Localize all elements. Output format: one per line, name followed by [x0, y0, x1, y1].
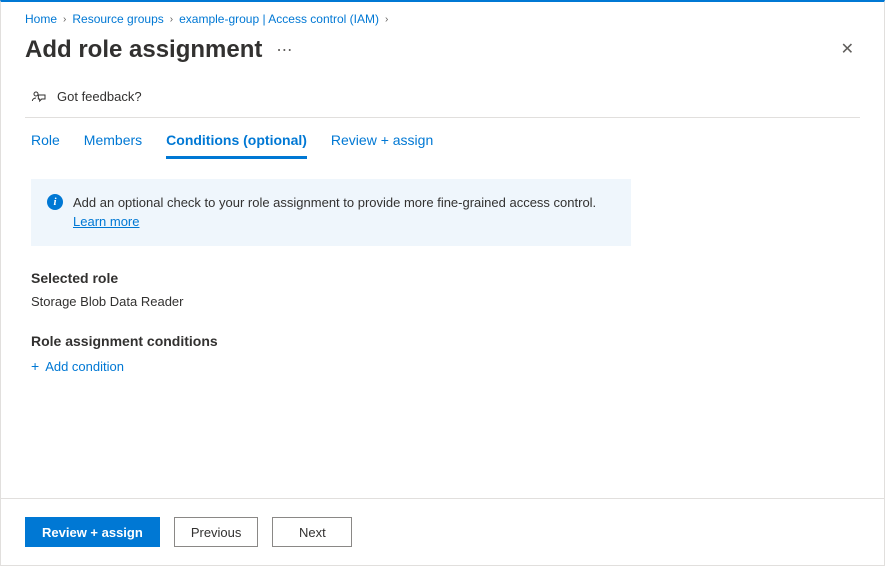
breadcrumb-resource-groups[interactable]: Resource groups — [72, 12, 163, 26]
tabs: Role Members Conditions (optional) Revie… — [1, 118, 884, 159]
feedback-link[interactable]: Got feedback? — [1, 77, 884, 117]
plus-icon: + — [31, 359, 39, 373]
next-button[interactable]: Next — [272, 517, 352, 547]
selected-role-label: Selected role — [31, 270, 854, 286]
breadcrumb-home[interactable]: Home — [25, 12, 57, 26]
tab-members[interactable]: Members — [84, 132, 142, 159]
chevron-right-icon: › — [63, 14, 66, 25]
info-icon: i — [47, 194, 63, 210]
footer-actions: Review + assign Previous Next — [1, 498, 884, 565]
tab-role[interactable]: Role — [31, 132, 60, 159]
content-area: i Add an optional check to your role ass… — [1, 159, 884, 394]
info-text: Add an optional check to your role assig… — [73, 195, 596, 210]
page-title: Add role assignment — [25, 36, 262, 65]
add-condition-label: Add condition — [45, 359, 124, 374]
tab-review-assign[interactable]: Review + assign — [331, 132, 433, 159]
feedback-label: Got feedback? — [57, 89, 142, 104]
learn-more-link[interactable]: Learn more — [73, 214, 139, 229]
conditions-label: Role assignment conditions — [31, 333, 854, 349]
breadcrumb: Home › Resource groups › example-group |… — [1, 2, 884, 30]
review-assign-button[interactable]: Review + assign — [25, 517, 160, 547]
breadcrumb-access-control[interactable]: example-group | Access control (IAM) — [179, 12, 379, 26]
info-banner: i Add an optional check to your role ass… — [31, 179, 631, 246]
close-button[interactable]: ✕ — [835, 36, 860, 64]
feedback-icon — [31, 89, 47, 105]
chevron-right-icon: › — [170, 14, 173, 25]
previous-button[interactable]: Previous — [174, 517, 259, 547]
close-icon: ✕ — [841, 41, 854, 58]
page-header: Add role assignment ⋯ ✕ — [1, 30, 884, 77]
selected-role-value: Storage Blob Data Reader — [31, 294, 854, 309]
tab-conditions[interactable]: Conditions (optional) — [166, 132, 307, 159]
chevron-right-icon: › — [385, 14, 388, 25]
more-icon[interactable]: ⋯ — [276, 40, 294, 60]
add-condition-button[interactable]: + Add condition — [31, 359, 854, 374]
